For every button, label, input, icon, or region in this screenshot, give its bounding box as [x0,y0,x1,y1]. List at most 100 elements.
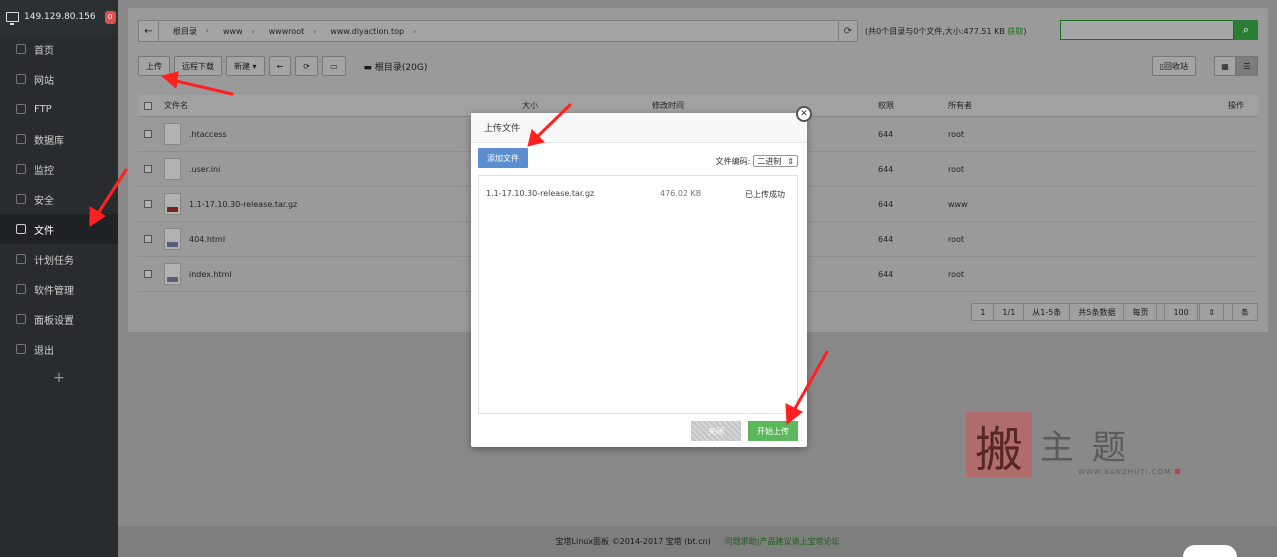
start-upload-button[interactable]: 开始上传 [748,421,798,441]
summary-text: (共0个目录与0个文件,大小:477.51 KB [865,27,1005,36]
remote-download-button[interactable]: 远程下载 [174,56,222,76]
sidebar-item-label: 网站 [34,75,54,87]
add-menu-button[interactable]: + [0,370,118,386]
sidebar-item-label: 文件 [34,225,54,237]
file-name[interactable]: .user.ini [189,165,220,174]
row-checkbox[interactable] [144,270,152,278]
row-checkbox[interactable] [144,165,152,173]
header-name[interactable]: 文件名 [164,100,522,111]
row-checkbox[interactable] [144,235,152,243]
sidebar-item-files[interactable]: 文件 [0,214,118,244]
pagination: 1 1/1 从1-5条 共5条数据 每页 100 ⇕ 条 [971,303,1258,321]
chat-bubble[interactable] [1183,545,1237,557]
list-view-button[interactable]: ☰ [1236,56,1258,76]
close-dialog-button[interactable]: 关闭 [691,421,741,441]
watermark: 搬 主题 WWW.BANZHUTI.COM [966,412,1192,484]
breadcrumb-item[interactable]: wwwroot [255,27,317,36]
header-size[interactable]: 大小 [522,100,652,111]
view-toggle: ▦ ☰ [1214,56,1258,76]
sidebar-item-ftp[interactable]: FTP [0,94,118,124]
encoding-value: 二进制 [757,156,782,166]
file-perm[interactable]: 644 [878,130,948,139]
footer-forum-link[interactable]: 问题求助|产品建议请上宝塔论坛 [725,536,840,547]
summary-close: ) [1023,27,1027,36]
file-owner: root [948,269,965,279]
sidebar-item-home[interactable]: 首页 [0,34,118,64]
new-dropdown-button[interactable]: 新建 ▾ [226,56,265,76]
file-name[interactable]: index.html [189,270,232,279]
sidebar-menu: 首页 网站 FTP 数据库 监控 安全 文件 计划任务 软件管理 面板设置 退出 [0,34,118,364]
file-name[interactable]: 404.html [189,235,225,244]
row-checkbox[interactable] [144,200,152,208]
sidebar-item-label: FTP [34,103,52,115]
upload-button[interactable]: 上传 [138,56,170,76]
file-name[interactable]: 1.1-17.10.30-release.tar.gz [189,200,297,209]
search-input[interactable] [1060,20,1234,40]
breadcrumb-item[interactable]: www.diyaction.top [316,27,416,36]
grid-view-button[interactable]: ▦ [1214,56,1236,76]
sidebar-item-website[interactable]: 网站 [0,64,118,94]
sidebar-item-database[interactable]: 数据库 [0,124,118,154]
header-op: 操作 [1228,101,1244,110]
breadcrumb: ← 根目录 www wwwroot www.diyaction.top ⟳ [138,20,858,42]
grid-icon: ▦ [1221,61,1229,71]
file-perm[interactable]: 644 [878,165,948,174]
upload-file-status: 已上传成功 [745,190,785,199]
get-size-link[interactable]: 获取 [1007,27,1023,36]
search-icon: ⌕ [1242,23,1250,36]
sidebar-item-security[interactable]: 安全 [0,184,118,214]
per-page-select[interactable]: 100 ⇕ [1156,303,1233,321]
sidebar-item-cron[interactable]: 计划任务 [0,244,118,274]
back-arrow-icon[interactable]: ← [139,21,159,41]
html-file-icon [164,263,181,285]
page-count: 1/1 [993,303,1025,321]
page-total: 共5条数据 [1069,303,1125,321]
server-header[interactable]: 149.129.80.156 0 [0,0,118,34]
monitor-chart-icon [16,164,26,174]
page-current[interactable]: 1 [971,303,995,321]
select-all-checkbox[interactable] [144,101,152,110]
file-owner: root [948,234,965,244]
search-button[interactable]: ⌕ [1234,20,1258,40]
recycle-bin-button[interactable]: ▯ 回收站 [1151,56,1196,76]
database-icon [16,134,26,144]
header-perm: 权限 [878,101,894,110]
sidebar-item-monitor[interactable]: 监控 [0,154,118,184]
encoding-select[interactable]: 二进制 ⇕ [753,155,798,167]
upload-dialog: 上传文件 添加文件 文件编码: 二进制 ⇕ 1.1-17.10.30-releas… [471,113,807,447]
select-arrows-icon: ⇕ [1199,303,1224,321]
breadcrumb-item[interactable]: www [209,27,255,36]
disk-icon: ▬ [363,62,375,73]
file-perm[interactable]: 644 [878,235,948,244]
folder-icon [16,224,26,234]
terminal-button[interactable]: ▭ [321,56,346,76]
sidebar-item-settings[interactable]: 面板设置 [0,304,118,334]
sidebar-item-label: 数据库 [34,135,64,147]
file-perm[interactable]: 644 [878,200,948,209]
back-button[interactable]: ← [268,56,292,76]
refresh-button[interactable]: ⟳ [295,56,318,76]
sidebar-item-label: 安全 [34,195,54,207]
footer: 宝塔Linux面板 ©2014-2017 宝塔 (bt.cn) 问题求助|产品建… [118,526,1277,557]
dir-summary: (共0个目录与0个文件,大小:477.51 KB 获取) [865,26,1026,37]
add-files-button[interactable]: 添加文件 [478,148,528,168]
archive-file-icon [164,193,181,215]
sidebar-item-software[interactable]: 软件管理 [0,274,118,304]
close-icon[interactable]: ✕ [796,106,812,122]
file-name[interactable]: .htaccess [189,130,227,139]
upload-file-item: 1.1-17.10.30-release.tar.gz 476.02 KB 已上… [486,189,785,200]
file-perm[interactable]: 644 [878,270,948,279]
sidebar-item-logout[interactable]: 退出 [0,334,118,364]
notification-badge[interactable]: 0 [104,10,116,24]
header-mtime[interactable]: 修改时间 [652,100,878,111]
toolbar: 上传 远程下载 新建 ▾ ← ⟳ ▭ ▬ 根目录(20G) [138,56,427,76]
file-owner: root [948,164,965,174]
globe-icon [16,74,26,84]
per-page-label: 每页 [1123,303,1158,321]
gear-icon [16,314,26,324]
monitor-icon [6,12,19,25]
refresh-icon[interactable]: ⟳ [838,20,858,42]
disk-root-label[interactable]: ▬ 根目录(20G) [364,60,428,73]
row-checkbox[interactable] [144,130,152,138]
breadcrumb-item[interactable]: 根目录 [159,26,209,37]
